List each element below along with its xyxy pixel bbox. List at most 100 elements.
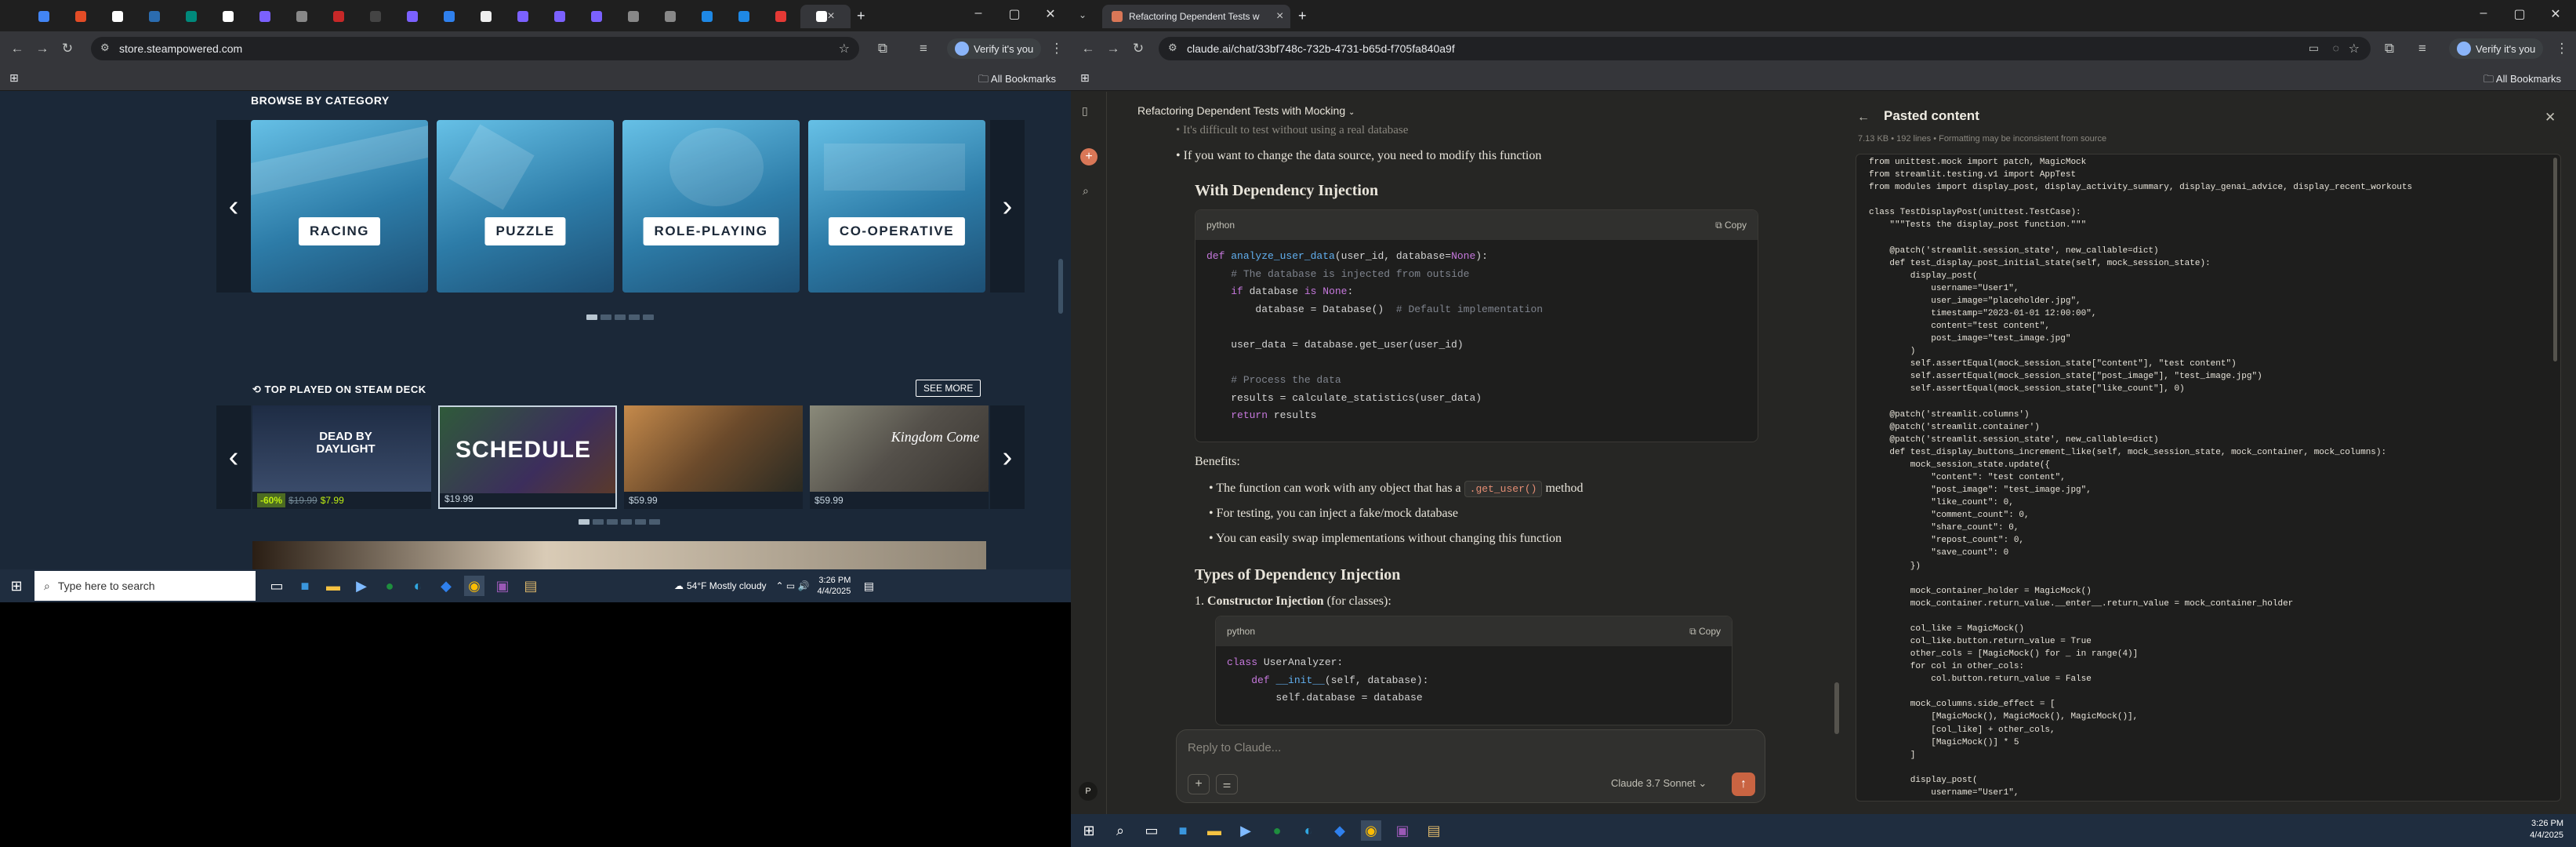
game-card[interactable]: Kingdom Come $59.99 (810, 405, 989, 509)
pager-dot[interactable] (615, 314, 626, 320)
category-card-role-playing[interactable]: ROLE-PLAYING (622, 120, 800, 293)
app-icon[interactable]: ▤ (521, 576, 541, 596)
browser-tab[interactable] (395, 5, 430, 28)
pager-dot[interactable] (635, 519, 646, 525)
bookmark-star-icon[interactable]: ☆ (839, 41, 850, 56)
pager-dot[interactable] (593, 519, 604, 525)
browser-tab[interactable] (690, 5, 724, 28)
all-bookmarks[interactable]: 🗀 All Bookmarks (2483, 72, 2561, 89)
maximize-icon[interactable]: ▢ (999, 6, 1030, 22)
browser-tab[interactable] (321, 5, 356, 28)
category-card-puzzle[interactable]: PUZZLE (437, 120, 614, 293)
games-next-arrow[interactable]: › (990, 405, 1025, 509)
bookmark-star-icon[interactable]: ☆ (2349, 41, 2360, 56)
close-tab-icon[interactable]: × (827, 9, 834, 24)
windows-start-icon[interactable]: ⊞ (6, 576, 27, 596)
pager-dot[interactable] (600, 314, 611, 320)
apps-grid-icon[interactable]: ⊞ (9, 71, 19, 85)
chrome-icon[interactable]: ◉ (1361, 820, 1381, 841)
edge-icon[interactable]: ◐ (1298, 820, 1319, 841)
taskbar-search[interactable]: ⌕ Type here to search (34, 571, 256, 601)
close-window-icon[interactable]: ✕ (1035, 6, 1066, 22)
category-card-racing[interactable]: RACING (251, 120, 428, 293)
tools-icon[interactable]: ⚌ (1216, 774, 1238, 794)
system-tray-icons[interactable]: ⌃ ▭ 🔊 (776, 580, 810, 591)
browser-tab[interactable] (727, 5, 761, 28)
maximize-icon[interactable]: ▢ (2504, 6, 2535, 22)
pager-dot[interactable] (607, 519, 618, 525)
extensions-icon[interactable]: ⧉ (873, 41, 892, 56)
store-icon[interactable]: ■ (1173, 820, 1193, 841)
verify-chip[interactable]: Verify it's you (947, 38, 1042, 59)
tab-steam-active[interactable]: × (800, 5, 851, 28)
close-window-icon[interactable]: ✕ (2540, 6, 2571, 22)
browser-tab[interactable] (469, 5, 503, 28)
media-player-icon[interactable]: ▶ (1235, 820, 1256, 841)
browser-tab[interactable] (616, 5, 651, 28)
app-icon[interactable]: ● (1267, 820, 1287, 841)
edge-icon[interactable]: ◐ (408, 576, 428, 596)
tab-search-icon[interactable]: ⌄ (1079, 9, 1087, 20)
browser-tab[interactable] (358, 5, 393, 28)
verify-chip[interactable]: Verify it's you (2449, 38, 2544, 59)
game-card[interactable]: DEAD BY DAYLIGHT -60% $19.99 $7.99 (252, 405, 431, 509)
all-bookmarks[interactable]: 🗀 All Bookmarks (978, 72, 1056, 89)
menu-lines-icon[interactable]: ≡ (2413, 41, 2432, 56)
chat-scrollbar[interactable] (1834, 682, 1839, 734)
reload-icon[interactable]: ↻ (58, 41, 77, 56)
category-card-co-operative[interactable]: CO-OPERATIVE (808, 120, 985, 293)
category-next-arrow[interactable]: › (990, 120, 1025, 293)
category-prev-arrow[interactable]: ‹ (216, 120, 251, 293)
file-explorer-icon[interactable]: ▬ (323, 576, 343, 596)
browser-tab[interactable] (27, 5, 61, 28)
minimize-icon[interactable]: – (963, 6, 994, 20)
site-info-icon[interactable]: ⚙ (1168, 42, 1177, 54)
new-tab-icon[interactable]: + (857, 8, 865, 24)
copy-button[interactable]: ⧉ Copy (1689, 626, 1721, 638)
task-view-icon[interactable]: ▭ (1141, 820, 1162, 841)
browser-tab[interactable] (248, 5, 282, 28)
chat-input-box[interactable]: Reply to Claude... + ⚌ Claude 3.7 Sonnet… (1176, 729, 1765, 803)
browser-tab[interactable] (285, 5, 319, 28)
category-pager[interactable] (586, 314, 654, 320)
kebab-menu-icon[interactable]: ⋮ (2552, 41, 2571, 56)
page-scrollbar[interactable] (1058, 259, 1063, 314)
browser-tab[interactable] (653, 5, 688, 28)
copy-button[interactable]: ⧉ Copy (1715, 220, 1747, 231)
browser-tab[interactable] (764, 5, 798, 28)
user-avatar[interactable]: P (1079, 782, 1098, 801)
close-tab-icon[interactable]: × (1276, 9, 1283, 24)
chrome-icon[interactable]: ◉ (464, 576, 484, 596)
file-explorer-icon[interactable]: ▬ (1204, 820, 1225, 841)
game-card[interactable]: SCHEDULE $19.99 (438, 405, 617, 509)
notification-icon[interactable]: ▤ (858, 576, 879, 596)
browser-tab[interactable] (211, 5, 245, 28)
pager-dot[interactable] (643, 314, 654, 320)
featured-banner[interactable] (252, 541, 986, 573)
taskbar-clock[interactable]: 3:26 PM 4/4/2025 (818, 575, 851, 597)
new-tab-icon[interactable]: + (1298, 8, 1307, 24)
back-icon[interactable]: ← (8, 41, 27, 56)
chats-search-icon[interactable]: ⌕ (1083, 184, 1089, 198)
media-player-icon[interactable]: ▶ (351, 576, 372, 596)
browser-tab[interactable] (63, 5, 98, 28)
browser-tab[interactable] (432, 5, 466, 28)
browser-tab[interactable] (542, 5, 577, 28)
pager-dot[interactable] (579, 519, 590, 525)
browser-tab[interactable] (579, 5, 614, 28)
site-info-icon[interactable]: ⚙ (100, 42, 110, 54)
taskbar-clock[interactable]: 3:26 PM 4/4/2025 (2530, 818, 2563, 842)
pager-dot[interactable] (649, 519, 660, 525)
pager-dot[interactable] (621, 519, 632, 525)
browser-tab[interactable] (137, 5, 172, 28)
browser-tab[interactable] (174, 5, 209, 28)
search-icon[interactable]: ⌕ (1110, 820, 1130, 841)
app-icon[interactable]: ● (379, 576, 400, 596)
apps-grid-icon[interactable]: ⊞ (1080, 71, 1090, 85)
send-button[interactable]: ↑ (1732, 772, 1755, 796)
minimize-icon[interactable]: – (2468, 6, 2499, 20)
address-bar[interactable]: ⚙ store.steampowered.com ☆ (91, 37, 859, 60)
pager-dot[interactable] (629, 314, 640, 320)
menu-lines-icon[interactable]: ≡ (914, 41, 933, 56)
reload-icon[interactable]: ↻ (1129, 41, 1148, 56)
